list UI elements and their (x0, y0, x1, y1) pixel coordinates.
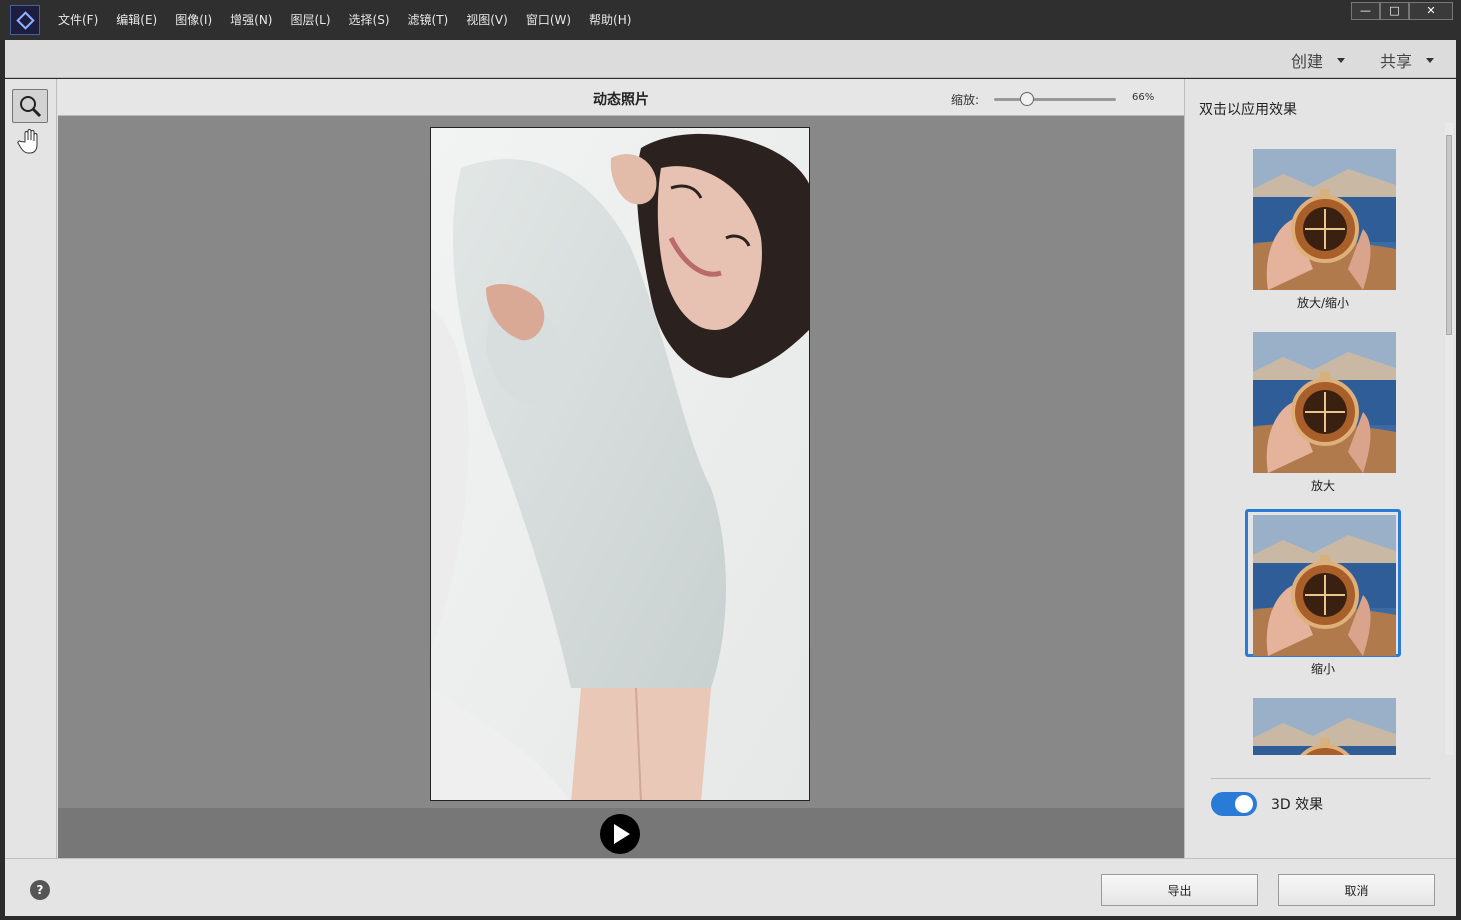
effect-thumbnail-frame[interactable] (1245, 326, 1401, 474)
menu-layer[interactable]: 图层(L) (290, 11, 330, 28)
compass-thumbnail (1253, 698, 1396, 755)
zoom-value: 66% (1132, 92, 1155, 103)
canvas-area: 动态照片 缩放: 66% (58, 79, 1184, 858)
menu-enhance[interactable]: 增强(N) (230, 11, 272, 28)
zoom-label: 缩放: (951, 93, 980, 107)
close-button[interactable]: ✕ (1409, 2, 1453, 20)
chevron-down-icon (1337, 57, 1346, 63)
panel-heading: 双击以应用效果 (1199, 102, 1297, 118)
maximize-button[interactable]: □ (1380, 2, 1409, 20)
compass-thumbnail (1253, 515, 1396, 656)
hand-tool-button[interactable] (12, 125, 48, 159)
action-bar: 创建 共享 (5, 40, 1456, 78)
preview-photo (430, 127, 810, 801)
menu-file[interactable]: 文件(F) (58, 11, 98, 28)
toggle-knob (1235, 795, 1253, 813)
effect-zoom-in-out[interactable]: 放大/缩小 (1245, 143, 1401, 311)
create-button[interactable]: 创建 (1291, 48, 1346, 72)
menu-edit[interactable]: 编辑(E) (116, 11, 157, 28)
panel-scrollbar[interactable] (1445, 123, 1453, 755)
share-button[interactable]: 共享 (1380, 48, 1435, 72)
hand-icon (17, 129, 38, 154)
effect-thumbnail-frame[interactable] (1245, 143, 1401, 291)
playback-bar (58, 808, 1184, 858)
play-icon (614, 824, 630, 844)
canvas-header: 动态照片 缩放: 66% (58, 79, 1184, 116)
menu-image[interactable]: 图像(I) (175, 11, 212, 28)
main-frame: 动态照片 缩放: 66% 双击以应用效果 放大/缩小 放大 缩小 3D 效果 (5, 79, 1456, 858)
zoom-slider-handle[interactable] (1019, 92, 1034, 106)
effects-panel: 双击以应用效果 放大/缩小 放大 缩小 3D 效果 (1184, 79, 1456, 858)
app-logo-icon (10, 5, 40, 35)
zoom-tool-button[interactable] (12, 89, 48, 123)
compass-thumbnail (1253, 332, 1396, 473)
effects-list: 放大/缩小 放大 缩小 (1185, 123, 1443, 755)
cancel-button[interactable]: 取消 (1278, 874, 1435, 906)
effect-label: 放大 (1310, 479, 1335, 493)
menu-help[interactable]: 帮助(H) (589, 11, 631, 28)
chevron-down-icon (1426, 57, 1435, 63)
effect-zoom-out[interactable]: 缩小 (1245, 509, 1401, 677)
effect-partial[interactable] (1245, 692, 1401, 755)
share-label: 共享 (1380, 52, 1413, 71)
help-button[interactable]: ? (30, 880, 50, 900)
effect-label: 缩小 (1310, 662, 1335, 676)
scrollbar-thumb[interactable] (1446, 135, 1452, 335)
zoom-slider-track[interactable] (994, 98, 1116, 101)
menu-window[interactable]: 窗口(W) (526, 11, 571, 28)
play-button[interactable] (600, 814, 640, 854)
menu-select[interactable]: 选择(S) (349, 11, 390, 28)
minimize-button[interactable]: — (1351, 2, 1380, 20)
compass-thumbnail (1253, 149, 1396, 290)
photo-image (431, 128, 809, 800)
divider (1211, 778, 1431, 779)
window-controls: — □ ✕ (1351, 2, 1453, 20)
magnifier-icon (20, 96, 42, 118)
tool-strip (5, 79, 57, 858)
toggle-3d-effect[interactable] (1211, 792, 1257, 816)
menu-filter[interactable]: 滤镜(T) (408, 11, 449, 28)
bottom-bar: ? 导出 取消 (5, 858, 1456, 916)
menu-bar: 文件(F) 编辑(E) 图像(I) 增强(N) 图层(L) 选择(S) 滤镜(T… (58, 11, 649, 28)
title-bar: 文件(F) 编辑(E) 图像(I) 增强(N) 图层(L) 选择(S) 滤镜(T… (0, 0, 1461, 40)
menu-view[interactable]: 视图(V) (466, 11, 508, 28)
effect-thumbnail-frame[interactable] (1245, 692, 1401, 755)
effect-zoom-in[interactable]: 放大 (1245, 326, 1401, 494)
effect-label: 放大/缩小 (1296, 296, 1350, 310)
create-label: 创建 (1291, 52, 1324, 71)
toggle-3d-label: 3D 效果 (1271, 797, 1324, 813)
export-button[interactable]: 导出 (1101, 874, 1258, 906)
effect-thumbnail-frame-selected[interactable] (1245, 509, 1401, 657)
